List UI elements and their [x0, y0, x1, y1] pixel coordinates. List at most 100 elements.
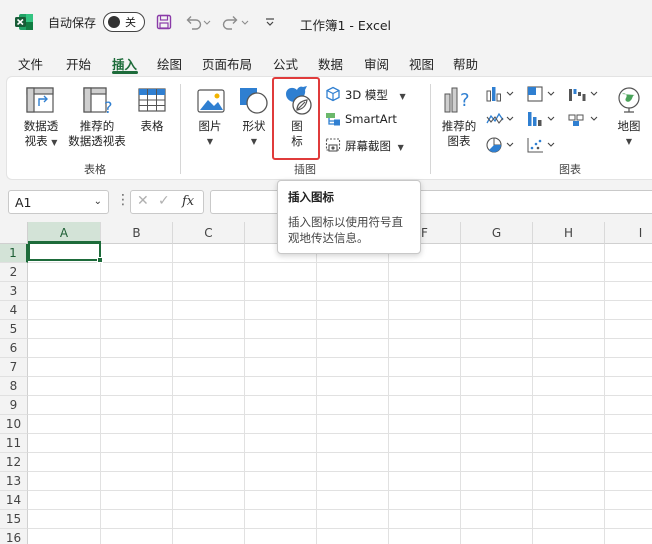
column-header-c[interactable]: C	[173, 222, 245, 244]
screenshot-icon[interactable]	[325, 137, 342, 156]
autosave-toggle[interactable]: 关	[103, 12, 145, 32]
hierarchy-chart-icon[interactable]	[527, 86, 557, 105]
row-header-4[interactable]: 4	[0, 301, 28, 320]
grid-line	[28, 452, 652, 453]
tab-draw[interactable]: 绘图	[157, 54, 182, 73]
group-separator	[180, 84, 181, 174]
pivot-table-button[interactable]: 数据透 视表 ▼	[18, 119, 64, 150]
worksheet-grid[interactable]: A B C D E F G H I 1 2 3 4 5 6 7 8 9 10 1…	[0, 222, 652, 544]
tab-view[interactable]: 视图	[409, 54, 434, 73]
picture-icon[interactable]	[196, 88, 226, 117]
confirm-icon[interactable]: ✓	[158, 193, 170, 209]
recommended-pivot-label-2: 数据透视表	[68, 134, 126, 148]
row-header-16[interactable]: 16	[0, 529, 28, 544]
grid-line	[28, 528, 652, 529]
grid-line	[28, 376, 652, 377]
shapes-icon[interactable]	[238, 86, 270, 119]
tooltip-body-line-1: 插入图标以使用符号直	[288, 215, 403, 229]
scatter-chart-icon[interactable]	[527, 137, 557, 156]
column-chart-icon[interactable]	[486, 86, 516, 105]
pictures-label: 图片	[198, 119, 222, 133]
tab-page-layout[interactable]: 页面布局	[202, 54, 252, 73]
illustrations-group-label: 插图	[294, 163, 316, 176]
row-header-14[interactable]: 14	[0, 491, 28, 510]
pie-chart-icon[interactable]	[486, 137, 516, 156]
smartart-icon[interactable]	[325, 111, 341, 130]
chevron-down-icon: ▼	[397, 143, 404, 152]
row-header-11[interactable]: 11	[0, 434, 28, 453]
pictures-button[interactable]: 图片 ▼	[192, 119, 228, 149]
insert-function-button[interactable]: fx	[182, 194, 194, 209]
row-header-15[interactable]: 15	[0, 510, 28, 529]
svg-text:?: ?	[460, 90, 470, 111]
recommended-charts-label-2: 图表	[447, 134, 471, 148]
row-header-5[interactable]: 5	[0, 320, 28, 339]
select-all-corner[interactable]	[0, 222, 28, 244]
shapes-button[interactable]: 形状 ▼	[236, 119, 272, 149]
table-button[interactable]: 表格	[134, 119, 170, 134]
row-header-8[interactable]: 8	[0, 377, 28, 396]
recommended-pivot-icon[interactable]: ?	[82, 86, 116, 119]
line-chart-icon[interactable]	[486, 111, 516, 130]
tab-formulas[interactable]: 公式	[273, 54, 298, 73]
tab-help[interactable]: 帮助	[453, 54, 478, 73]
customize-quick-access-icon[interactable]	[264, 16, 276, 31]
cancel-icon[interactable]: ✕	[137, 193, 149, 209]
recommended-charts-button[interactable]: 推荐的 图表	[437, 119, 481, 149]
pivot-table-icon[interactable]	[25, 86, 55, 117]
tab-review[interactable]: 审阅	[364, 54, 389, 73]
group-separator	[430, 84, 431, 174]
tab-file[interactable]: 文件	[18, 54, 43, 73]
grid-line	[28, 262, 652, 263]
tab-data[interactable]: 数据	[318, 54, 343, 73]
row-header-10[interactable]: 10	[0, 415, 28, 434]
grid-line	[388, 244, 389, 544]
recommended-charts-icon[interactable]: ?	[443, 84, 475, 117]
tooltip-body-line-2: 观地传达信息。	[288, 231, 369, 245]
recommended-pivot-label-1: 推荐的	[79, 119, 115, 133]
fill-handle[interactable]	[97, 257, 103, 263]
row-header-1[interactable]: 1	[0, 244, 28, 263]
tables-group-label: 表格	[84, 163, 106, 176]
row-header-2[interactable]: 2	[0, 263, 28, 282]
pivot-table-label-1: 数据透	[23, 119, 59, 133]
row-header-12[interactable]: 12	[0, 453, 28, 472]
map-globe-icon[interactable]	[616, 86, 642, 117]
tab-home[interactable]: 开始	[66, 54, 91, 73]
chevron-down-icon[interactable]: ⌄	[94, 196, 102, 207]
redo-icon[interactable]	[222, 13, 252, 34]
name-box[interactable]: A1 ⌄	[8, 190, 109, 214]
column-header-b[interactable]: B	[101, 222, 173, 244]
3d-model-button[interactable]: 3D 模型 ▼	[345, 87, 406, 103]
grid-line	[244, 244, 245, 544]
3d-model-icon[interactable]	[325, 86, 341, 105]
statistic-chart-icon[interactable]	[527, 111, 557, 130]
combo-chart-icon[interactable]	[568, 111, 600, 130]
tooltip-title: 插入图标	[288, 190, 334, 204]
map-button[interactable]: 地图 ▼	[612, 119, 646, 149]
screenshot-button[interactable]: 屏幕截图 ▼	[345, 138, 404, 154]
map-label: 地图	[617, 119, 641, 133]
active-cell-a1[interactable]	[28, 241, 101, 261]
row-header-6[interactable]: 6	[0, 339, 28, 358]
column-header-h[interactable]: H	[533, 222, 605, 244]
undo-icon[interactable]	[184, 13, 214, 34]
row-header-3[interactable]: 3	[0, 282, 28, 301]
grid-line	[28, 471, 652, 472]
save-icon[interactable]	[156, 14, 172, 33]
grid-line	[28, 357, 652, 358]
row-header-9[interactable]: 9	[0, 396, 28, 415]
recommended-pivot-button[interactable]: 推荐的 数据透视表	[64, 119, 130, 149]
column-header-i[interactable]: I	[605, 222, 652, 244]
smartart-button[interactable]: SmartArt	[345, 112, 397, 126]
svg-text:?: ?	[104, 98, 113, 116]
shapes-label: 形状	[242, 119, 266, 133]
row-header-13[interactable]: 13	[0, 472, 28, 491]
toggle-state-label: 关	[125, 16, 136, 29]
waterfall-chart-icon[interactable]	[568, 86, 600, 105]
more-options-icon[interactable]: ⋮	[116, 192, 130, 208]
table-icon[interactable]	[137, 87, 167, 116]
row-header-7[interactable]: 7	[0, 358, 28, 377]
document-title: 工作簿1 - Excel	[300, 18, 392, 33]
column-header-g[interactable]: G	[461, 222, 533, 244]
